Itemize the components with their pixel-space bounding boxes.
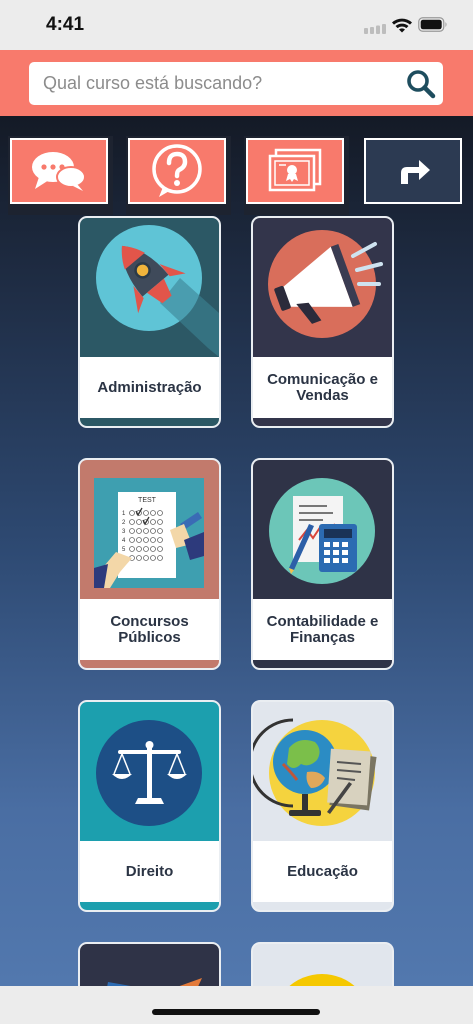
certificate-button[interactable] — [246, 138, 344, 204]
category-art-partial — [289, 974, 355, 986]
home-indicator[interactable] — [152, 1009, 320, 1015]
category-card-administracao[interactable]: Administração — [78, 216, 221, 428]
status-bar: 4:41 — [0, 0, 473, 50]
chat-bubbles-icon — [32, 152, 86, 191]
category-strip — [80, 660, 219, 668]
category-art — [253, 702, 392, 841]
category-strip — [80, 902, 219, 910]
megaphone-icon — [253, 218, 392, 357]
category-art — [80, 218, 219, 357]
status-time: 4:41 — [46, 14, 85, 35]
category-art — [253, 460, 392, 599]
share-button[interactable] — [364, 138, 462, 204]
category-art: TEST 123 456 — [80, 460, 219, 599]
category-card-contabilidade[interactable]: Contabilidade e Finanças — [251, 458, 394, 670]
category-card-partial[interactable] — [78, 942, 221, 986]
category-label: Educação — [253, 841, 392, 902]
share-arrow-icon — [401, 160, 430, 184]
category-label: Administração — [80, 357, 219, 418]
category-label: Contabilidade e Finanças — [253, 599, 392, 660]
category-card-concursos[interactable]: TEST 123 456 — [78, 458, 221, 670]
category-strip — [253, 418, 392, 426]
svg-text:TEST: TEST — [138, 497, 157, 504]
category-strip — [253, 902, 392, 910]
category-card-educacao[interactable]: Educação — [251, 700, 394, 912]
signal-icon — [364, 24, 386, 34]
category-card-direito[interactable]: Direito — [78, 700, 221, 912]
category-strip — [80, 418, 219, 426]
search-box — [29, 62, 443, 105]
wifi-icon — [392, 18, 412, 33]
category-art — [80, 702, 219, 841]
help-button[interactable] — [128, 138, 226, 204]
category-card-partial[interactable] — [251, 942, 394, 986]
category-list[interactable]: Administração Comunicação e Vendas TEST … — [0, 116, 473, 986]
globe-icon — [253, 702, 392, 841]
category-strip — [253, 660, 392, 668]
calculator-icon — [253, 460, 392, 599]
category-label: Concursos Públicos — [80, 599, 219, 660]
rocket-icon — [80, 218, 219, 357]
scales-of-justice-icon — [80, 702, 219, 841]
category-card-comunicacao[interactable]: Comunicação e Vendas — [251, 216, 394, 428]
category-label: Direito — [80, 841, 219, 902]
certificate-icon — [268, 148, 322, 192]
battery-icon — [418, 17, 447, 32]
chat-button[interactable] — [10, 138, 108, 204]
exam-paper-icon: TEST 123 456 — [80, 460, 219, 599]
category-art-partial — [107, 978, 202, 986]
search-header — [0, 50, 473, 116]
home-bar-area — [0, 986, 473, 1024]
search-input[interactable] — [43, 62, 403, 105]
question-icon — [152, 144, 202, 197]
search-icon[interactable] — [405, 68, 437, 100]
category-art — [253, 218, 392, 357]
category-label: Comunicação e Vendas — [253, 357, 392, 418]
